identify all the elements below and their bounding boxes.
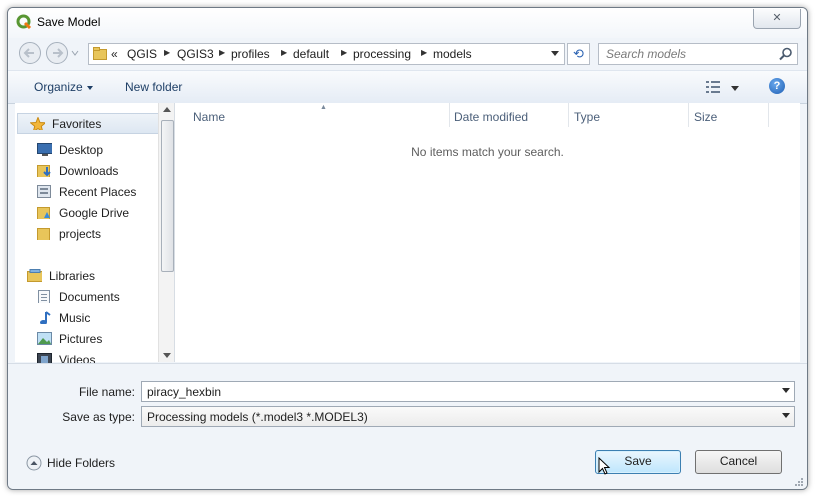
- documents-icon: [38, 290, 50, 303]
- breadcrumb-separator-icon[interactable]: ▶: [281, 48, 287, 57]
- nav-item-label: Downloads: [59, 164, 119, 178]
- breadcrumb-separator-icon[interactable]: ▶: [421, 48, 427, 57]
- organize-menu[interactable]: Organize: [34, 80, 83, 94]
- collapse-up-icon: [26, 455, 42, 471]
- mouse-cursor-icon: [598, 457, 611, 475]
- new-folder-button[interactable]: New folder: [125, 80, 182, 94]
- empty-state-message: No items match your search.: [411, 145, 564, 159]
- column-header-date-modified[interactable]: Date modified: [454, 110, 528, 124]
- nav-item-google-drive[interactable]: Google Drive: [15, 203, 165, 223]
- breadcrumb-models[interactable]: models: [433, 47, 472, 61]
- nav-item-documents[interactable]: Documents: [15, 287, 165, 307]
- star-icon: [30, 117, 45, 130]
- dialog-title: Save Model: [37, 15, 101, 29]
- nav-item-label: Documents: [59, 290, 120, 304]
- view-options-icon[interactable]: [706, 81, 720, 93]
- file-name-input[interactable]: piracy_hexbin: [147, 385, 221, 399]
- resize-grip-icon[interactable]: [794, 477, 804, 487]
- breadcrumb-separator-icon[interactable]: ▶: [341, 48, 347, 57]
- refresh-button[interactable]: ⟲: [567, 43, 590, 65]
- save-type-select[interactable]: Processing models (*.model3 *.MODEL3): [141, 406, 795, 427]
- nav-item-desktop[interactable]: Desktop: [15, 140, 165, 160]
- recent-pages-dropdown-icon[interactable]: [71, 50, 79, 56]
- nav-item-recent-places[interactable]: Recent Places: [15, 182, 165, 202]
- column-header-name[interactable]: Name: [193, 110, 225, 124]
- title-bar: Save Model ✕: [8, 8, 807, 38]
- column-header-size[interactable]: Size: [694, 110, 717, 124]
- save-type-dropdown-icon[interactable]: [782, 413, 790, 418]
- folder-icon: [37, 228, 50, 240]
- breadcrumb-qgis[interactable]: QGIS: [127, 47, 157, 61]
- breadcrumb-processing[interactable]: processing: [353, 47, 411, 61]
- downloads-folder-icon: [37, 165, 51, 177]
- breadcrumb-separator-icon[interactable]: ▶: [219, 48, 225, 57]
- file-list-pane: ▲ Name Date modified Type Size No items …: [174, 103, 800, 362]
- breadcrumb-default[interactable]: default: [293, 47, 329, 61]
- breadcrumb-profiles[interactable]: profiles: [231, 47, 270, 61]
- navigation-pane: Favorites Desktop Downloads Recent Place…: [15, 103, 165, 367]
- search-box[interactable]: Search models: [598, 43, 798, 65]
- save-form-area: File name: piracy_hexbin Save as type: P…: [8, 363, 807, 489]
- organize-dropdown-icon[interactable]: [87, 86, 93, 90]
- pictures-icon: [37, 332, 52, 345]
- navigation-buttons: [19, 42, 79, 64]
- nav-item-projects[interactable]: projects: [15, 224, 165, 244]
- view-dropdown-icon[interactable]: [731, 86, 739, 91]
- nav-item-label: Recent Places: [59, 185, 137, 199]
- nav-libraries[interactable]: Libraries: [15, 266, 165, 286]
- breadcrumb-qgis3[interactable]: QGIS3: [177, 47, 214, 61]
- forward-button[interactable]: [46, 42, 68, 64]
- nav-item-label: Desktop: [59, 143, 104, 157]
- refresh-icon: ⟲: [573, 46, 584, 61]
- nav-item-label: projects: [59, 227, 102, 241]
- column-divider[interactable]: [568, 103, 569, 127]
- nav-item-music[interactable]: Music: [15, 308, 165, 328]
- desktop-icon: [37, 143, 52, 156]
- scroll-down-icon[interactable]: [163, 353, 171, 358]
- libraries-icon: [27, 269, 42, 282]
- file-name-dropdown-icon[interactable]: [782, 388, 790, 393]
- save-type-value: Processing models (*.model3 *.MODEL3): [147, 410, 368, 424]
- breadcrumb-separator-icon[interactable]: ▶: [164, 48, 170, 57]
- sort-ascending-icon: ▲: [320, 104, 327, 111]
- close-button[interactable]: ✕: [753, 9, 801, 29]
- nav-favorites-label: Favorites: [52, 117, 102, 131]
- folder-icon: [93, 47, 107, 60]
- close-icon: ✕: [772, 12, 782, 24]
- nav-item-label: Pictures: [59, 332, 103, 346]
- column-divider[interactable]: [688, 103, 689, 127]
- help-icon: ?: [773, 80, 781, 92]
- file-name-label: File name:: [78, 385, 135, 399]
- scrollbar-thumb[interactable]: [161, 120, 174, 272]
- save-model-dialog: Save Model ✕ « QGIS ▶ QGIS3 ▶ profiles ▶…: [7, 7, 808, 490]
- column-divider[interactable]: [768, 103, 769, 127]
- scroll-up-icon[interactable]: [163, 107, 171, 112]
- navigation-scrollbar[interactable]: [158, 103, 175, 362]
- save-type-label: Save as type:: [62, 410, 135, 424]
- address-history-dropdown-icon[interactable]: [551, 51, 559, 56]
- file-name-combobox[interactable]: piracy_hexbin: [141, 381, 795, 402]
- help-button[interactable]: ?: [769, 78, 785, 94]
- nav-item-label: Google Drive: [59, 206, 130, 220]
- column-header-type[interactable]: Type: [574, 110, 600, 124]
- back-button[interactable]: [19, 42, 41, 64]
- nav-libraries-label: Libraries: [49, 269, 96, 283]
- nav-item-pictures[interactable]: Pictures: [15, 329, 165, 349]
- address-bar[interactable]: « QGIS ▶ QGIS3 ▶ profiles ▶ default ▶ pr…: [88, 43, 565, 65]
- search-icon[interactable]: [779, 47, 793, 61]
- nav-item-label: Music: [59, 311, 91, 325]
- nav-favorites[interactable]: Favorites: [17, 113, 163, 134]
- search-input[interactable]: Search models: [606, 47, 686, 61]
- recent-places-icon: [37, 185, 51, 198]
- hide-folders-label: Hide Folders: [47, 456, 116, 470]
- google-drive-folder-icon: [37, 207, 50, 219]
- cancel-button[interactable]: Cancel: [695, 450, 782, 474]
- column-divider[interactable]: [449, 103, 450, 127]
- qgis-logo-icon: [16, 14, 32, 30]
- nav-item-downloads[interactable]: Downloads: [15, 161, 165, 181]
- command-toolbar: Organize New folder ?: [8, 70, 807, 104]
- breadcrumb-overflow[interactable]: «: [111, 47, 118, 61]
- music-icon: [40, 311, 51, 324]
